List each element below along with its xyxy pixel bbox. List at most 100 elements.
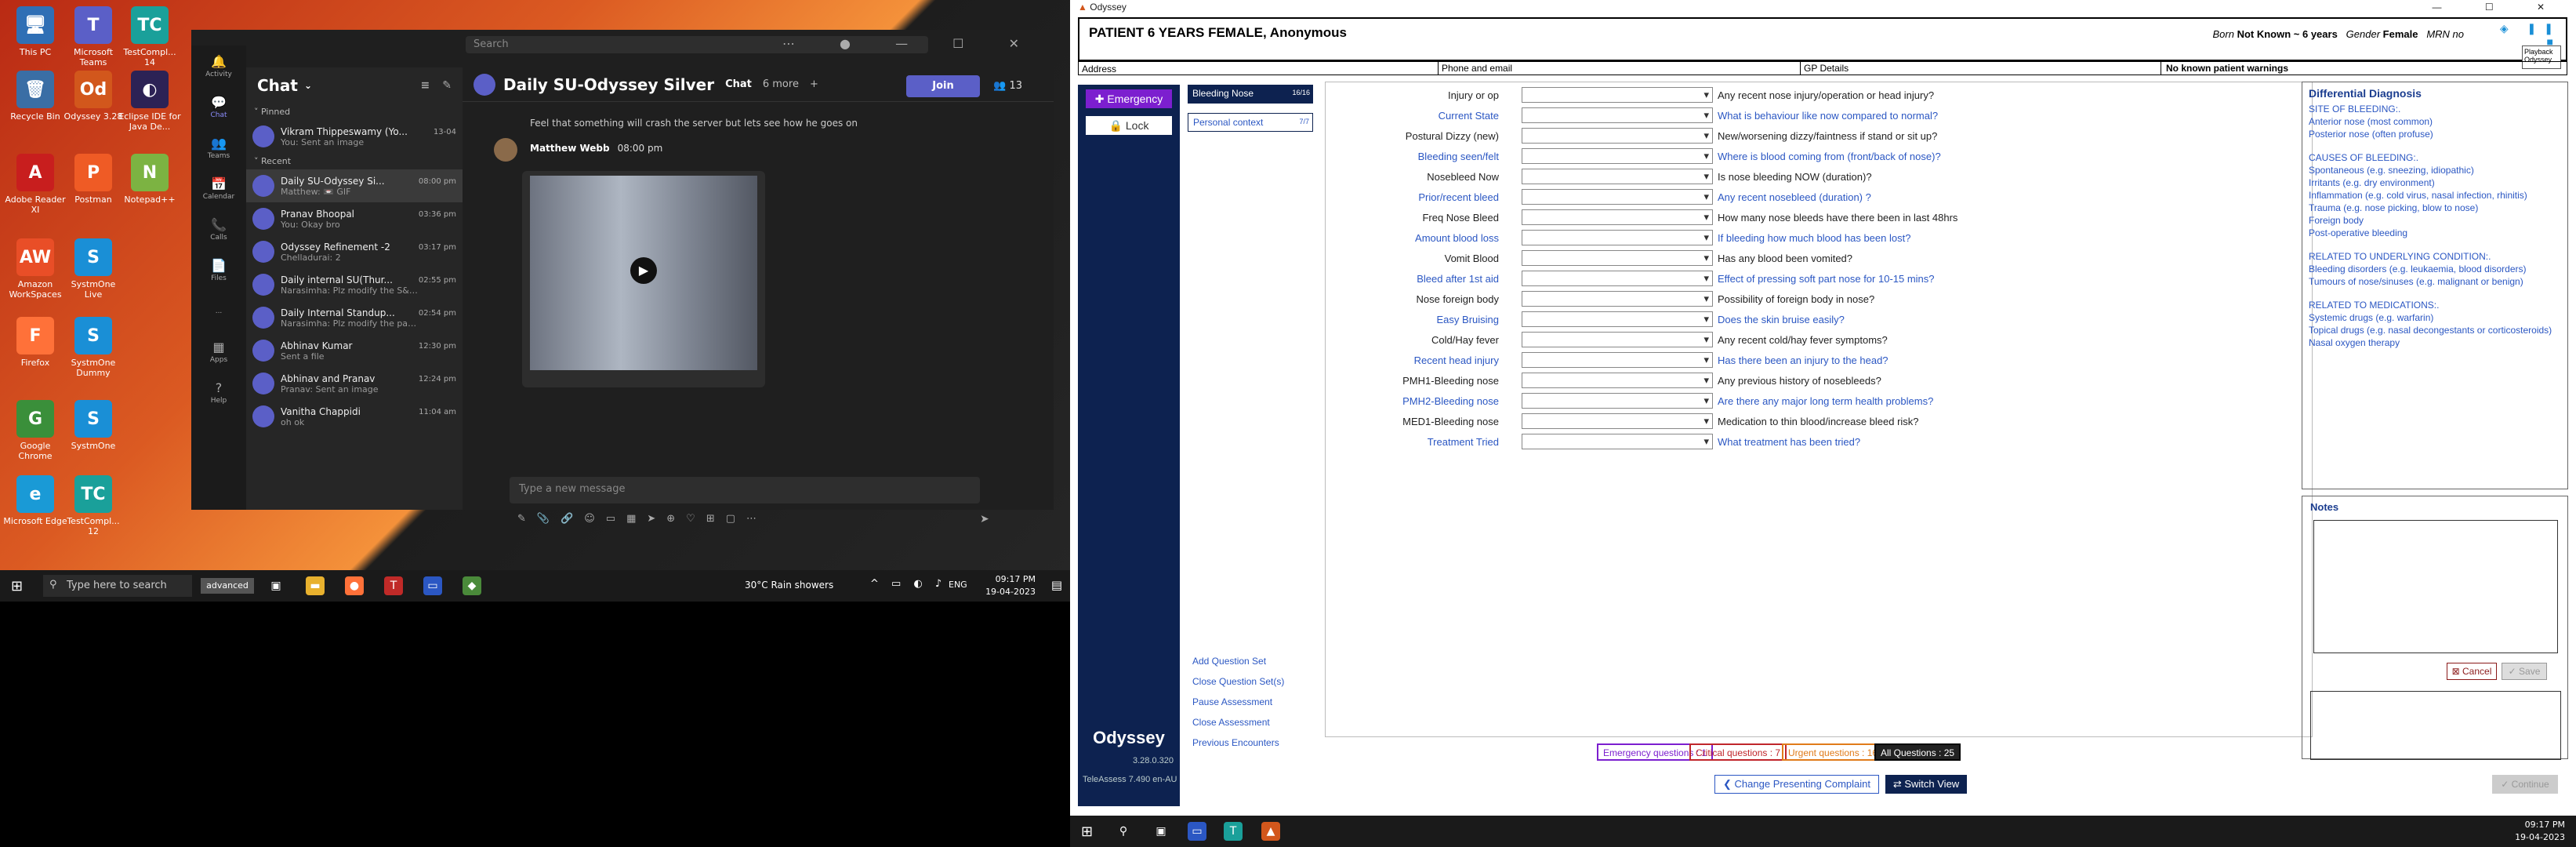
tray-icons[interactable]: ^ ▭ ◐ ♪: [870, 578, 946, 590]
join-button[interactable]: Join: [906, 75, 980, 97]
question-count-badge[interactable]: All Questions : 25: [1874, 743, 1961, 761]
desktop-icon[interactable]: G Google Chrome: [3, 400, 67, 461]
file-explorer-icon[interactable]: ▬: [306, 576, 325, 595]
answer-dropdown[interactable]: [1522, 169, 1713, 184]
answer-dropdown[interactable]: [1522, 189, 1713, 205]
save-button[interactable]: ✓ Save: [2502, 663, 2547, 680]
app-icon[interactable]: ▭: [1188, 822, 1206, 841]
question-set-tab[interactable]: Personal context 7/7: [1188, 113, 1313, 132]
notification-icon[interactable]: ▤: [1051, 578, 1062, 592]
desktop-icon[interactable]: S SystmOne Dummy: [61, 317, 125, 378]
emergency-button[interactable]: ✚ Emergency: [1086, 89, 1172, 108]
answer-dropdown[interactable]: [1522, 209, 1713, 225]
notes-textarea[interactable]: [2313, 520, 2558, 653]
compose-input[interactable]: Type a new message: [510, 477, 980, 503]
taskbar-clock[interactable]: 09:17 PM 19-04-2023: [2515, 819, 2565, 844]
desktop-icon[interactable]: Od Odyssey 3.28: [61, 71, 125, 122]
desktop-icon[interactable]: TC TestCompl... 14: [118, 6, 182, 67]
start-icon[interactable]: ⊞: [11, 578, 23, 594]
desktop-icon[interactable]: S SystmOne: [61, 400, 125, 451]
answer-dropdown[interactable]: [1522, 352, 1713, 368]
rail-item[interactable]: ▦ Apps: [191, 331, 246, 372]
desktop-icon[interactable]: ◐ Eclipse IDE for Java De...: [118, 71, 182, 132]
desktop-icon[interactable]: 🗑 Recycle Bin: [3, 71, 67, 122]
answer-dropdown[interactable]: [1522, 271, 1713, 286]
chat-list-item[interactable]: Odyssey Refinement -2 Chelladurai: 2 03:17…: [246, 235, 463, 268]
question-count-badge[interactable]: Urgent questions : 16: [1782, 743, 1885, 761]
language-indicator[interactable]: ENG: [949, 580, 967, 590]
task-view-icon[interactable]: ▣: [267, 576, 285, 595]
desktop-icon[interactable]: AW Amazon WorkSpaces: [3, 238, 67, 300]
app-icon-2[interactable]: ◆: [463, 576, 481, 595]
chat-list-item[interactable]: Abhinav Kumar Sent a file 12:30 pm: [246, 334, 463, 367]
send-icon[interactable]: ➤: [980, 513, 989, 525]
desktop-icon[interactable]: TC TestCompl... 12: [61, 475, 125, 536]
answer-dropdown[interactable]: [1522, 393, 1713, 409]
play-icon[interactable]: ▶: [630, 257, 657, 284]
more-tabs-button[interactable]: 6 more: [763, 78, 799, 90]
chat-list-item[interactable]: Daily Internal Standup... Narasimha: Plz …: [246, 301, 463, 334]
cancel-button[interactable]: ⊠ Cancel: [2447, 663, 2497, 680]
switch-view-button[interactable]: ⇄ Switch View: [1885, 775, 1967, 794]
answer-dropdown[interactable]: [1522, 332, 1713, 347]
participants-count[interactable]: 👥 13: [993, 80, 1022, 92]
rail-item[interactable]: ? Help: [191, 372, 246, 413]
answer-dropdown[interactable]: [1522, 128, 1713, 144]
testcomplete-icon[interactable]: T: [1224, 822, 1243, 841]
chevron-down-icon[interactable]: ⌄: [304, 80, 312, 91]
desktop-icon[interactable]: F Firefox: [3, 317, 67, 368]
compose-icon[interactable]: ✎: [442, 79, 452, 92]
lock-button[interactable]: 🔒 Lock: [1086, 116, 1172, 135]
question-set-link[interactable]: Close Question Set(s): [1192, 671, 1284, 692]
answer-dropdown[interactable]: [1522, 373, 1713, 388]
question-set-link[interactable]: Previous Encounters: [1192, 732, 1284, 753]
filter-icon[interactable]: ≡: [421, 79, 430, 92]
desktop-icon[interactable]: P Postman: [61, 154, 125, 205]
desktop-icon[interactable]: S SystmOne Live: [61, 238, 125, 300]
task-view-icon[interactable]: ▣: [1152, 822, 1170, 841]
app-icon[interactable]: ▭: [423, 576, 442, 595]
chat-list-item[interactable]: Vanitha Chappidi oh ok 11:04 am: [246, 400, 463, 433]
taskbar-clock[interactable]: 09:17 PM 19-04-2023: [985, 573, 1036, 598]
answer-dropdown[interactable]: [1522, 107, 1713, 123]
taskbar-search[interactable]: ⚲ Type here to search: [43, 575, 192, 597]
chat-list-item[interactable]: Daily internal SU(Thur... Narasimha: Plz …: [246, 268, 463, 301]
answer-dropdown[interactable]: [1522, 434, 1713, 449]
rail-item[interactable]: 👥 Teams: [191, 127, 246, 168]
answer-dropdown[interactable]: [1522, 413, 1713, 429]
change-presenting-complaint-button[interactable]: ❮ Change Presenting Complaint: [1714, 775, 1879, 794]
answer-dropdown[interactable]: [1522, 311, 1713, 327]
question-set-link[interactable]: Close Assessment: [1192, 712, 1284, 732]
answer-dropdown[interactable]: [1522, 291, 1713, 307]
desktop-icon[interactable]: N Notepad++: [118, 154, 182, 205]
answer-dropdown[interactable]: [1522, 148, 1713, 164]
playback-controls[interactable]: ◈ ❚❚ ■: [2476, 22, 2561, 48]
start-icon[interactable]: ⊞: [1081, 823, 1093, 840]
weather-widget[interactable]: 30°C Rain showers: [745, 580, 833, 591]
question-set-link[interactable]: Pause Assessment: [1192, 692, 1284, 712]
odyssey-taskbar-icon[interactable]: ▲: [1261, 822, 1280, 841]
desktop-icon[interactable]: e Microsoft Edge: [3, 475, 67, 526]
firefox-icon[interactable]: ●: [345, 576, 364, 595]
chat-list-item[interactable]: Pranav Bhoopal You: Okay bro 03:36 pm: [246, 202, 463, 235]
rail-item[interactable]: 🔔 Activity: [191, 45, 246, 86]
rail-item[interactable]: 💬 Chat: [191, 86, 246, 127]
chat-list-item[interactable]: Abhinav and Pranav Pranav: Sent an image 1…: [246, 367, 463, 400]
answer-dropdown[interactable]: [1522, 230, 1713, 245]
rail-item[interactable]: 📞 Calls: [191, 209, 246, 249]
window-controls[interactable]: ⋯ ● — ☐ ✕: [782, 36, 1039, 51]
rail-item[interactable]: ...: [191, 290, 246, 331]
gif-message[interactable]: ▶: [522, 171, 765, 387]
rail-item[interactable]: 📄 Files: [191, 249, 246, 290]
tab-chat[interactable]: Chat: [725, 78, 752, 90]
question-set-tab[interactable]: Bleeding Nose 16/16: [1188, 85, 1313, 104]
continue-button[interactable]: ✓ Continue: [2492, 775, 2558, 794]
question-set-link[interactable]: Add Question Set: [1192, 651, 1284, 671]
answer-dropdown[interactable]: [1522, 87, 1713, 103]
teams-taskbar-icon[interactable]: T: [384, 576, 403, 595]
desktop-icon[interactable]: A Adobe Reader XI: [3, 154, 67, 215]
add-tab-icon[interactable]: +: [810, 78, 818, 90]
desktop-icon[interactable]: 🖥 This PC: [3, 6, 67, 57]
compose-toolbar[interactable]: ✎📎🔗☺▭▦➤⊕♡⊞▢⋯: [517, 513, 767, 525]
taskbar-app-label[interactable]: advanced: [201, 578, 254, 594]
